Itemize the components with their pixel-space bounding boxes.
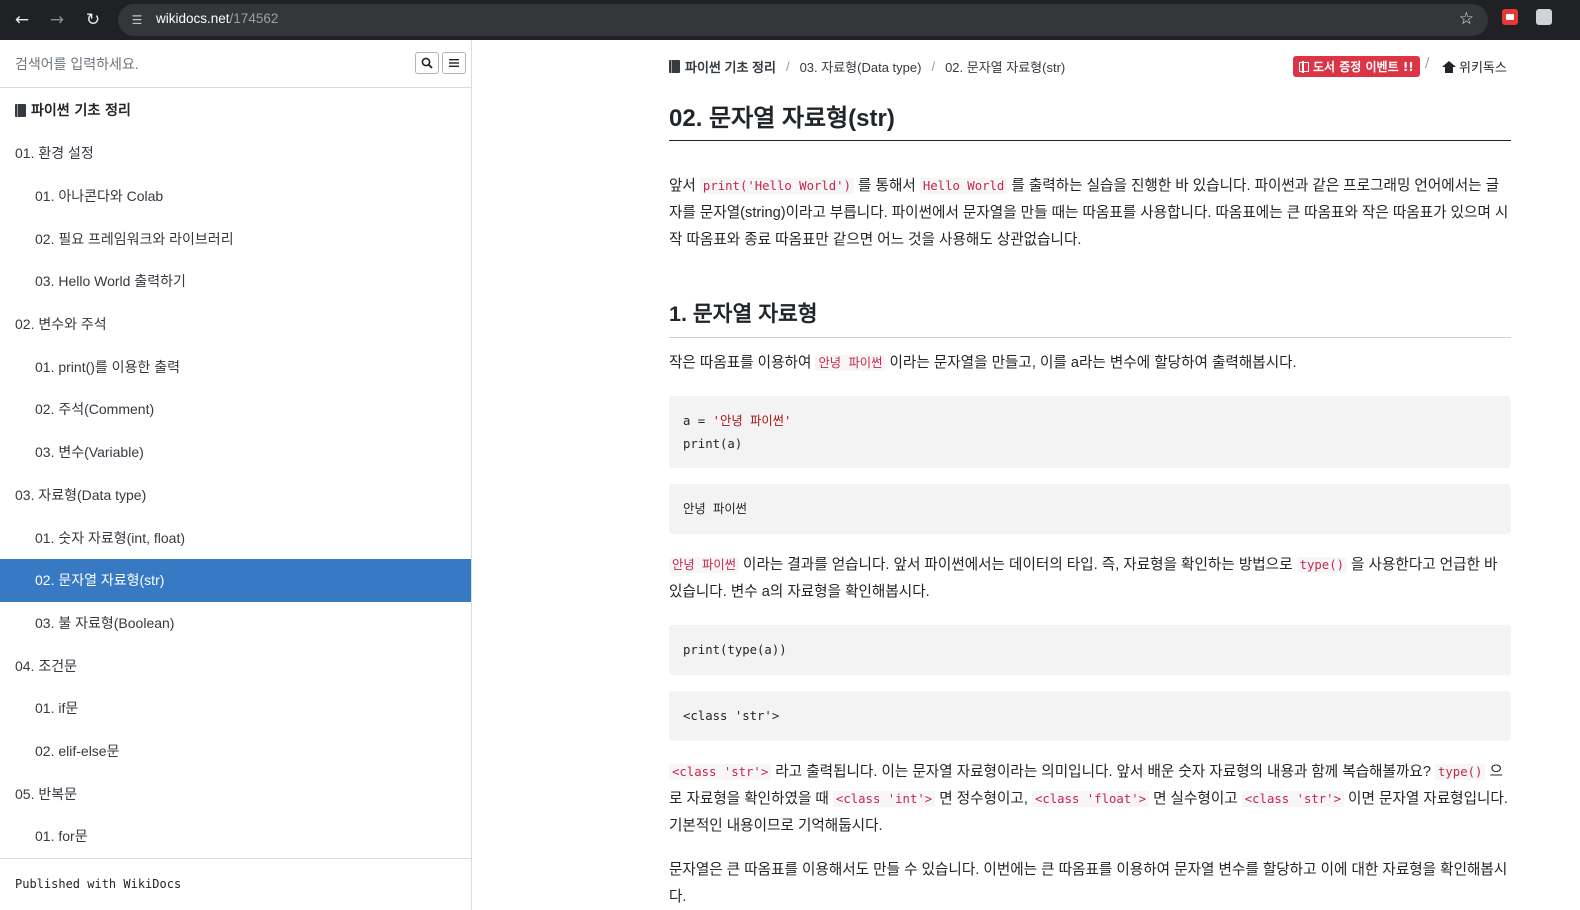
result-paragraph: 안녕 파이썬 이라는 결과를 얻습니다. 앞서 파이썬에서는 데이터의 타입. … [669,552,1511,606]
inline-code: <class 'str'> [1241,791,1344,807]
main-content: 파이썬 기초 정리 / 03. 자료형(Data type) / 02. 문자열… [669,40,1511,910]
toc-item[interactable]: 01. for문 [0,815,471,858]
header-separator: / [1425,56,1430,71]
code-string: '안녕 파이썬' [712,414,792,428]
home-link-label: 위키독스 [1459,60,1507,75]
toc-item[interactable]: 01. print()를 이용한 출력 [0,345,471,388]
toc-item-active[interactable]: 02. 문자열 자료형(str) [0,558,471,602]
text: 를 통해서 [854,178,920,194]
type-explanation-paragraph: <class 'str'> 라고 출력됩니다. 이는 문자열 자료형이라는 의미… [669,759,1511,840]
inline-code: type() [1296,557,1347,573]
code-block[interactable]: print(type(a)) [669,625,1511,675]
toc-item[interactable]: 02. 필요 프레임워크와 라이브러리 [0,217,471,260]
toc-item[interactable]: 01. if문 [0,687,471,730]
text: 면 실수형이고 [1149,791,1242,807]
table-of-contents: 01. 환경 설정 01. 아나콘다와 Colab 02. 필요 프레임워크와 … [0,132,471,858]
code-text: print(a) [683,437,743,451]
text: 앞서 [669,178,700,194]
wikidocs-home-link[interactable]: 위키독스 [1442,57,1507,76]
breadcrumb-page[interactable]: 02. 문자열 자료형(str) [945,57,1065,76]
toc-item[interactable]: 02. 변수와 주석 [0,303,471,346]
reload-icon[interactable]: ↻ [79,6,107,34]
profile-avatar-icon[interactable] [1536,9,1552,25]
back-arrow-icon[interactable]: ← [8,6,36,34]
sidebar-search-bar [0,40,471,88]
toc-item[interactable]: 02. elif-else문 [0,730,471,773]
book-icon [15,103,26,117]
section-heading: 1. 문자열 자료형 [669,297,1511,338]
sidebar-book-title[interactable]: 파이썬 기초 정리 [15,100,131,120]
url-path: /174562 [229,11,279,26]
toc-item[interactable]: 01. 아나콘다와 Colab [0,175,471,218]
text: 작은 따옴표를 이용하여 [669,355,816,371]
inline-code: type() [1435,764,1486,780]
book-icon [669,60,680,73]
toc-item[interactable]: 02. 주석(Comment) [0,388,471,431]
published-with-text[interactable]: Published with WikiDocs [15,877,181,891]
extension-icon[interactable] [1502,9,1518,25]
section-paragraph: 작은 따옴표를 이용하여 안녕 파이썬 이라는 문자열을 만들고, 이를 a라는… [669,350,1511,377]
event-button-label: 도서 증정 이벤트 !! [1313,60,1414,74]
output-block[interactable]: 안녕 파이썬 [669,484,1511,534]
address-bar[interactable]: ☰ wikidocs.net/174562 ☆ [118,4,1488,36]
code-text: print(type(a)) [683,643,787,657]
inline-code: 안녕 파이썬 [669,557,739,573]
toc-item[interactable]: 03. 변수(Variable) [0,431,471,474]
text: 면 정수형이고, [935,791,1032,807]
inline-code: <class 'float'> [1031,791,1150,807]
site-info-icon[interactable]: ☰ [128,11,146,29]
breadcrumb-book[interactable]: 파이썬 기초 정리 [669,57,776,76]
inline-code: print('Hello World') [699,178,854,194]
inline-code: <class 'str'> [669,764,772,780]
text: 이라는 문자열을 만들고, 이를 a라는 변수에 할당하여 출력해봅시다. [885,355,1297,371]
toc-item[interactable]: 03. 불 자료형(Boolean) [0,602,471,645]
toc-item[interactable]: 03. 자료형(Data type) [0,474,471,517]
browser-toolbar: ← → ↻ ☰ wikidocs.net/174562 ☆ [0,0,1580,40]
code-text: a = [683,414,713,428]
breadcrumb-separator: / [931,59,936,74]
code-block[interactable]: a = '안녕 파이썬' print(a) [669,396,1511,468]
forward-arrow-icon[interactable]: → [43,6,71,34]
page-title: 02. 문자열 자료형(str) [669,98,1511,141]
sidebar-footer: Published with WikiDocs [0,858,471,910]
toc-item[interactable]: 01. 숫자 자료형(int, float) [0,516,471,559]
search-button[interactable] [415,52,439,74]
breadcrumb: 파이썬 기초 정리 / 03. 자료형(Data type) / 02. 문자열… [669,57,1065,76]
text: 라고 출력됩니다. 이는 문자열 자료형이라는 의미입니다. 앞서 배운 숫자 … [771,764,1435,780]
double-quote-paragraph: 문자열은 큰 따옴표를 이용해서도 만들 수 있습니다. 이번에는 큰 따옴표를… [669,862,1508,905]
bookmark-star-icon[interactable]: ☆ [1459,9,1474,29]
output-text: 안녕 파이썬 [683,502,747,516]
text: 이라는 결과를 얻습니다. 앞서 파이썬에서는 데이터의 타입. 즉, 자료형을… [738,557,1297,573]
inline-code: <class 'int'> [832,791,936,807]
url-text[interactable]: wikidocs.net/174562 [156,11,278,26]
inline-code: 안녕 파이썬 [815,355,886,371]
book-giveaway-event-button[interactable]: 도서 증정 이벤트 !! [1293,56,1420,77]
toc-item[interactable]: 03. Hello World 출력하기 [0,260,471,303]
url-host: wikidocs.net [156,11,230,26]
breadcrumb-separator: / [785,59,790,74]
toc-item[interactable]: 04. 조건문 [0,644,471,687]
toc-item[interactable]: 01. 환경 설정 [0,132,471,175]
output-block[interactable]: <class 'str'> [669,691,1511,741]
sidebar: 파이썬 기초 정리 01. 환경 설정 01. 아나콘다와 Colab 02. … [0,40,472,910]
book-title-label: 파이썬 기초 정리 [31,103,131,119]
search-input[interactable] [6,50,406,78]
output-text: <class 'str'> [683,709,780,723]
breadcrumb-book-label: 파이썬 기초 정리 [685,60,776,75]
menu-toggle-button[interactable] [442,52,466,74]
breadcrumb-chapter[interactable]: 03. 자료형(Data type) [800,57,922,76]
gift-icon [1299,60,1309,73]
toc-item[interactable]: 05. 반복문 [0,772,471,815]
hamburger-icon [449,59,459,67]
search-icon [421,57,433,69]
intro-paragraph: 앞서 print('Hello World') 를 통해서 Hello Worl… [669,173,1511,254]
home-icon [1442,60,1456,73]
inline-code: Hello World [919,178,1008,194]
